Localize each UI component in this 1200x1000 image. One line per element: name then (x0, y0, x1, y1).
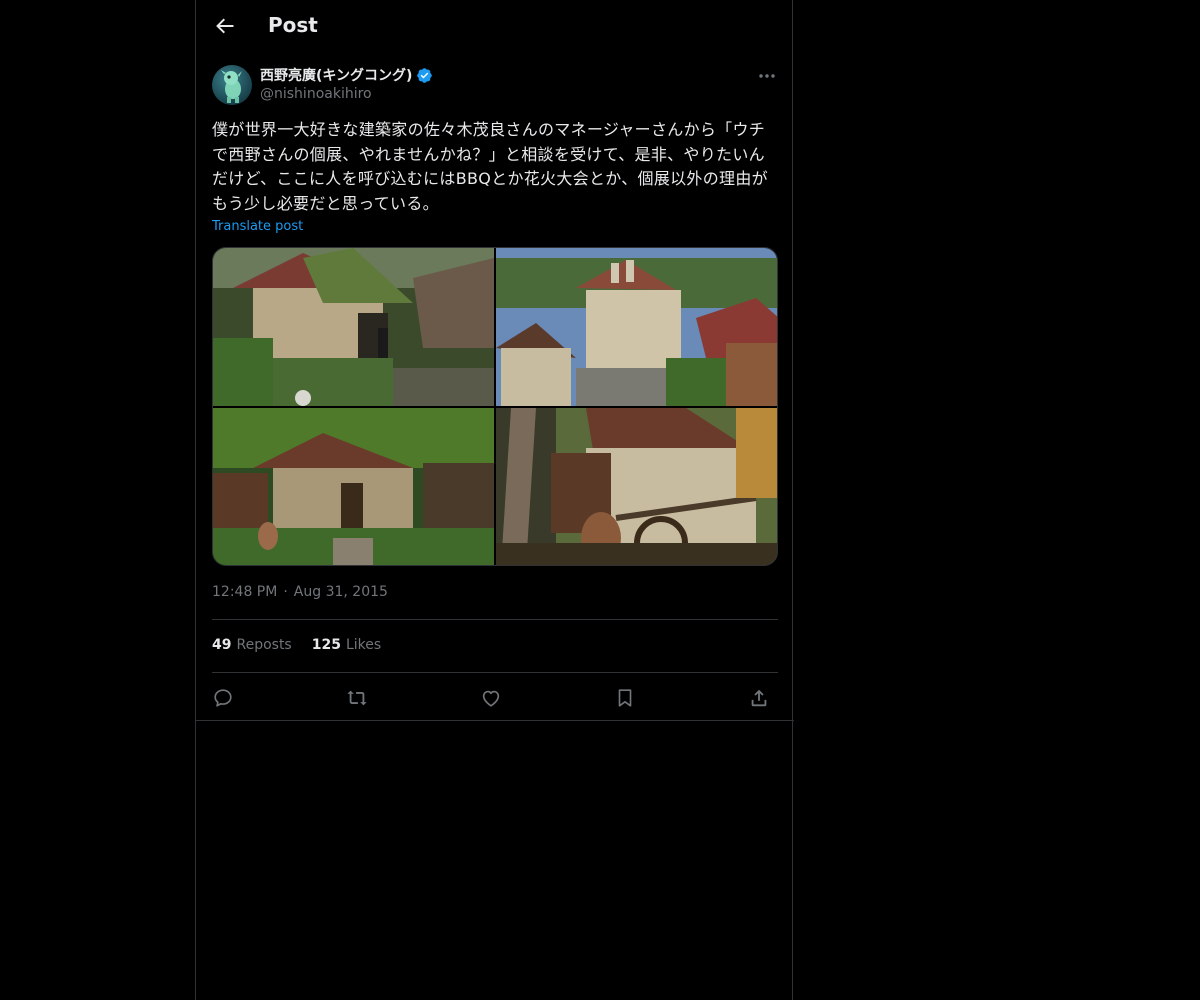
divider (212, 672, 778, 673)
author-name-line: 西野亮廣(キングコング) (260, 64, 433, 86)
divider (196, 720, 794, 721)
page-title: Post (268, 13, 318, 37)
reply-button[interactable] (209, 684, 237, 712)
post-time: 12:48 PM (212, 584, 278, 600)
repost-button[interactable] (343, 684, 371, 712)
bookmark-button[interactable] (611, 684, 639, 712)
reposts-stat[interactable]: 49 Reposts (212, 637, 292, 653)
post-header: Post (196, 0, 794, 54)
share-button[interactable] (745, 684, 773, 712)
post-date: Aug 31, 2015 (293, 584, 388, 600)
repost-icon (347, 690, 367, 706)
post-photo-2[interactable] (496, 248, 777, 406)
photo-image (213, 408, 494, 565)
avatar[interactable] (212, 65, 252, 105)
post-author: 西野亮廣(キングコング) @nishinoakihiro (212, 64, 778, 108)
post-text: 僕が世界一大好きな建築家の佐々木茂良さんのマネージャーさんから「ウチで西野さんの… (212, 120, 768, 213)
photo-image (496, 408, 777, 565)
arrow-left-icon (216, 18, 234, 34)
post-actions (212, 684, 778, 712)
like-button[interactable] (477, 684, 505, 712)
reposts-label: Reposts (236, 637, 292, 653)
post-column: Post 西野亮廣(キングコング) @nishinoakihiro 僕が世界一大… (195, 0, 794, 1000)
post-media-grid (212, 247, 778, 566)
translate-post-link[interactable]: Translate post (212, 219, 303, 234)
verified-badge-icon (417, 67, 433, 83)
bookmark-icon (618, 689, 632, 707)
share-icon (751, 689, 767, 707)
timestamp-separator: · (283, 584, 288, 600)
photo-image (496, 248, 777, 406)
avatar-image (221, 70, 242, 103)
heart-icon (482, 690, 500, 707)
reply-icon (214, 689, 232, 707)
author-display-name[interactable]: 西野亮廣(キングコング) (260, 65, 412, 85)
divider (212, 619, 778, 620)
more-button[interactable] (756, 66, 778, 86)
post-photo-1[interactable] (213, 248, 494, 406)
likes-label: Likes (345, 637, 382, 653)
likes-count: 125 (311, 637, 341, 653)
more-horizontal-icon (759, 74, 775, 78)
likes-stat[interactable]: 125 Likes (312, 637, 381, 653)
post-photo-4[interactable] (496, 408, 777, 565)
photo-image (213, 248, 494, 406)
reposts-count: 49 (212, 637, 232, 653)
post-photo-3[interactable] (213, 408, 494, 565)
post-stats: 49 Reposts 125 Likes (212, 637, 381, 653)
back-button[interactable] (212, 14, 238, 40)
post-timestamp[interactable]: 12:48 PM · Aug 31, 2015 (212, 584, 388, 600)
author-handle[interactable]: @nishinoakihiro (260, 86, 372, 102)
